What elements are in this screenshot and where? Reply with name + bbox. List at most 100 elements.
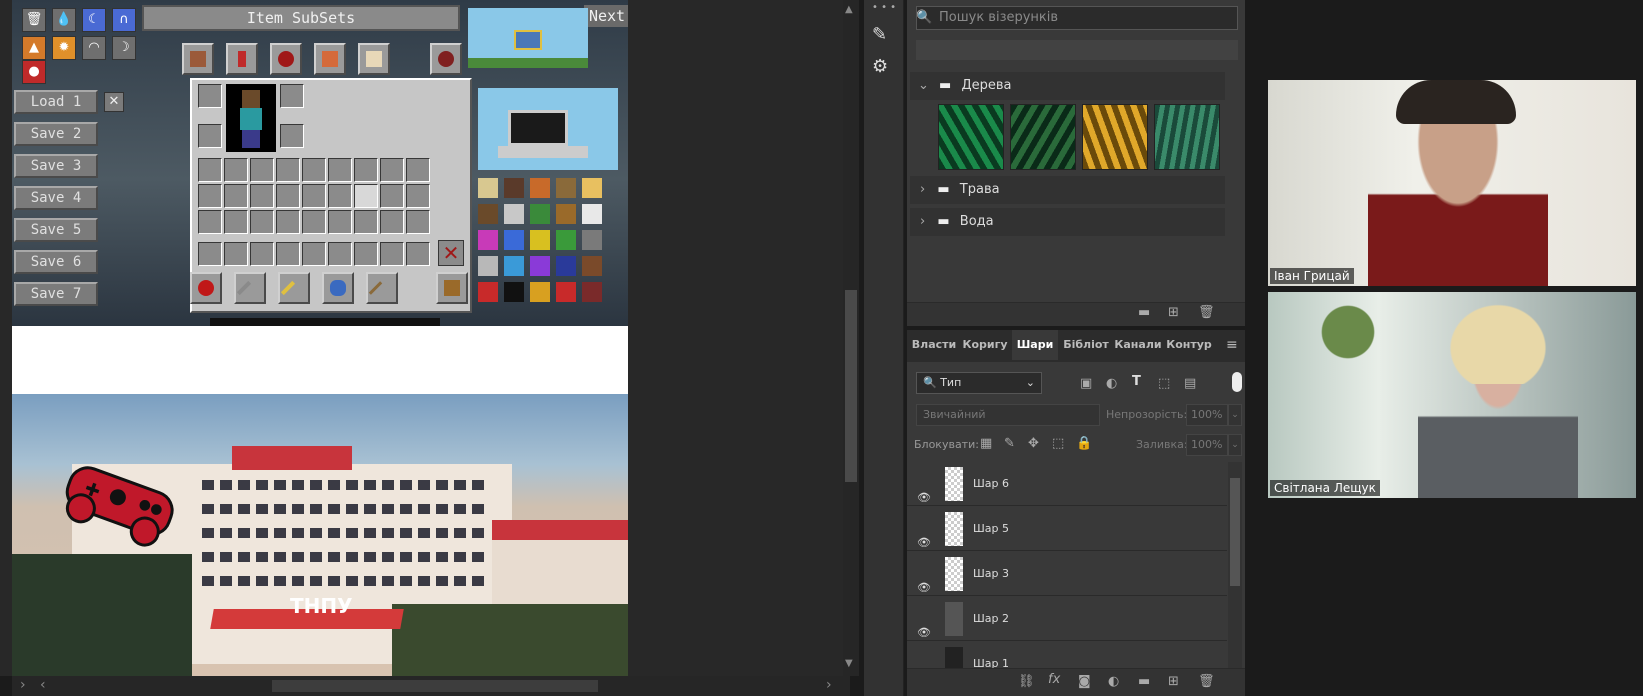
video-tile[interactable]: Світлана Лещук xyxy=(1268,292,1636,498)
close-icon: ✕ xyxy=(104,92,124,112)
inventory-slot xyxy=(406,210,430,234)
horizontal-scroll-thumb[interactable] xyxy=(272,680,598,692)
folder-grass[interactable]: › ▬ Трава xyxy=(910,176,1225,204)
folder-trees[interactable]: ⌄ ▬ Дерева xyxy=(910,72,1225,100)
layer-row[interactable]: 👁 Шар 6 xyxy=(907,462,1227,506)
layer-row[interactable]: 👁 Шар 1 xyxy=(907,642,1227,668)
tab-paths[interactable]: Контур xyxy=(1164,330,1214,360)
layer-row[interactable]: 👁 Шар 5 xyxy=(907,507,1227,551)
building-window xyxy=(346,528,358,538)
expand-arrow-icon[interactable]: › xyxy=(20,677,26,693)
white-margin xyxy=(12,326,628,394)
pattern-tile[interactable] xyxy=(1010,104,1076,170)
building-window xyxy=(382,480,394,490)
participant-name: Іван Грицай xyxy=(1270,268,1354,284)
lock-artboard-icon[interactable]: ⬚ xyxy=(1052,436,1064,451)
adjustment-filter-icon[interactable]: ◐ xyxy=(1106,376,1117,391)
mask-icon[interactable]: ◙ xyxy=(1078,674,1091,689)
scroll-up-icon[interactable]: ▲ xyxy=(845,4,853,15)
block-item xyxy=(478,230,498,250)
new-layer-icon[interactable]: ⊞ xyxy=(1168,674,1179,689)
vertical-scroll-thumb[interactable] xyxy=(845,290,857,482)
lock-position-icon[interactable]: ✥ xyxy=(1028,436,1039,451)
scroll-left-icon[interactable]: ‹ xyxy=(40,677,46,693)
building-window xyxy=(274,504,286,514)
save-button-4: Save 4 xyxy=(14,186,98,210)
layers-scroll-thumb[interactable] xyxy=(1230,478,1240,586)
eye-icon[interactable]: 👁 xyxy=(917,656,933,668)
layer-row[interactable]: 👁 Шар 2 xyxy=(907,597,1227,641)
filter-toggle[interactable] xyxy=(1232,372,1242,392)
new-folder-icon[interactable]: ▬ xyxy=(1138,305,1150,320)
text-filter-icon[interactable]: T xyxy=(1132,374,1141,389)
building-window xyxy=(274,528,286,538)
new-pattern-icon[interactable]: ⊞ xyxy=(1168,305,1179,320)
block-item xyxy=(530,178,550,198)
pattern-tile[interactable] xyxy=(938,104,1004,170)
link-icon[interactable]: ⛓ xyxy=(1018,674,1035,689)
layer-row[interactable]: 👁 Шар 3 xyxy=(907,552,1227,596)
inventory-slot xyxy=(250,184,274,208)
building-window xyxy=(274,480,286,490)
eye-icon[interactable]: 👁 xyxy=(917,476,933,504)
scroll-down-icon[interactable]: ▼ xyxy=(845,658,853,669)
eye-icon[interactable]: 👁 xyxy=(917,521,933,549)
block-item xyxy=(478,178,498,198)
building-window xyxy=(220,552,232,562)
fill-input[interactable]: 100% xyxy=(1186,434,1228,456)
item-subsets-bar: Item SubSets xyxy=(142,5,460,31)
shape-filter-icon[interactable]: ⬚ xyxy=(1158,376,1170,391)
tab-properties[interactable]: Власти xyxy=(910,330,958,360)
pattern-tile[interactable] xyxy=(1082,104,1148,170)
fx-icon[interactable]: fx xyxy=(1048,672,1060,687)
tab-libraries[interactable]: Бібліот xyxy=(1060,330,1112,360)
pattern-search-input[interactable]: Пошук візерунків xyxy=(916,6,1238,30)
building-window xyxy=(328,528,340,538)
layer-thumbnail xyxy=(945,467,963,501)
folder-label: Вода xyxy=(959,214,994,229)
lock-all-icon[interactable]: 🔒 xyxy=(1076,436,1092,451)
inventory-slot xyxy=(276,210,300,234)
adjust-sliders-icon[interactable]: ⚙ xyxy=(872,56,888,77)
sun-icon: ✹ xyxy=(52,36,76,60)
panel-menu-icon[interactable]: ≡ xyxy=(1226,337,1238,353)
lock-brush-icon[interactable]: ✎ xyxy=(1004,436,1015,451)
armor-slot xyxy=(280,124,304,148)
image-filter-icon[interactable]: ▣ xyxy=(1080,376,1092,391)
trash-icon[interactable]: 🗑 xyxy=(1198,674,1215,689)
block-item xyxy=(530,230,550,250)
eye-icon[interactable]: 👁 xyxy=(917,566,933,594)
inventory-slot xyxy=(328,210,352,234)
building-window xyxy=(238,576,250,586)
adjustment-layer-icon[interactable]: ◐ xyxy=(1108,674,1119,689)
block-item xyxy=(478,256,498,276)
opacity-input[interactable]: 100% xyxy=(1186,404,1228,426)
brush-settings-icon[interactable]: ✎ xyxy=(872,24,887,45)
new-group-icon[interactable]: ▬ xyxy=(1138,674,1150,689)
building-window xyxy=(202,552,214,562)
blend-mode-select[interactable]: Звичайний xyxy=(916,404,1100,426)
chevron-down-icon[interactable]: ⌄ xyxy=(1228,404,1242,426)
video-tile[interactable]: Іван Грицай xyxy=(1268,80,1636,286)
armor-slot xyxy=(198,124,222,148)
folder-water[interactable]: › ▬ Вода xyxy=(910,208,1225,236)
tab-channels[interactable]: Канали xyxy=(1114,330,1162,360)
tab-layers[interactable]: Шари xyxy=(1012,330,1058,360)
lock-transparent-icon[interactable]: ▦ xyxy=(980,436,992,451)
building-window xyxy=(400,528,412,538)
building-window xyxy=(418,504,430,514)
block-item xyxy=(556,282,576,302)
inventory-slot xyxy=(276,184,300,208)
pattern-tile[interactable] xyxy=(1154,104,1220,170)
hotbar-slot xyxy=(182,43,214,75)
smart-object-filter-icon[interactable]: ▤ xyxy=(1184,376,1196,391)
building-window xyxy=(436,528,448,538)
sign-text: ТНПУ xyxy=(290,594,353,618)
building-window xyxy=(238,480,250,490)
chevron-down-icon[interactable]: ⌄ xyxy=(1228,434,1242,456)
tab-adjustments[interactable]: Коригу xyxy=(960,330,1010,360)
scroll-right-icon[interactable]: › xyxy=(826,677,832,693)
trash-icon[interactable]: 🗑 xyxy=(1198,305,1215,320)
eye-icon[interactable]: 👁 xyxy=(917,611,933,639)
layer-filter-select[interactable]: 🔍 Тип ⌄ xyxy=(916,372,1042,394)
